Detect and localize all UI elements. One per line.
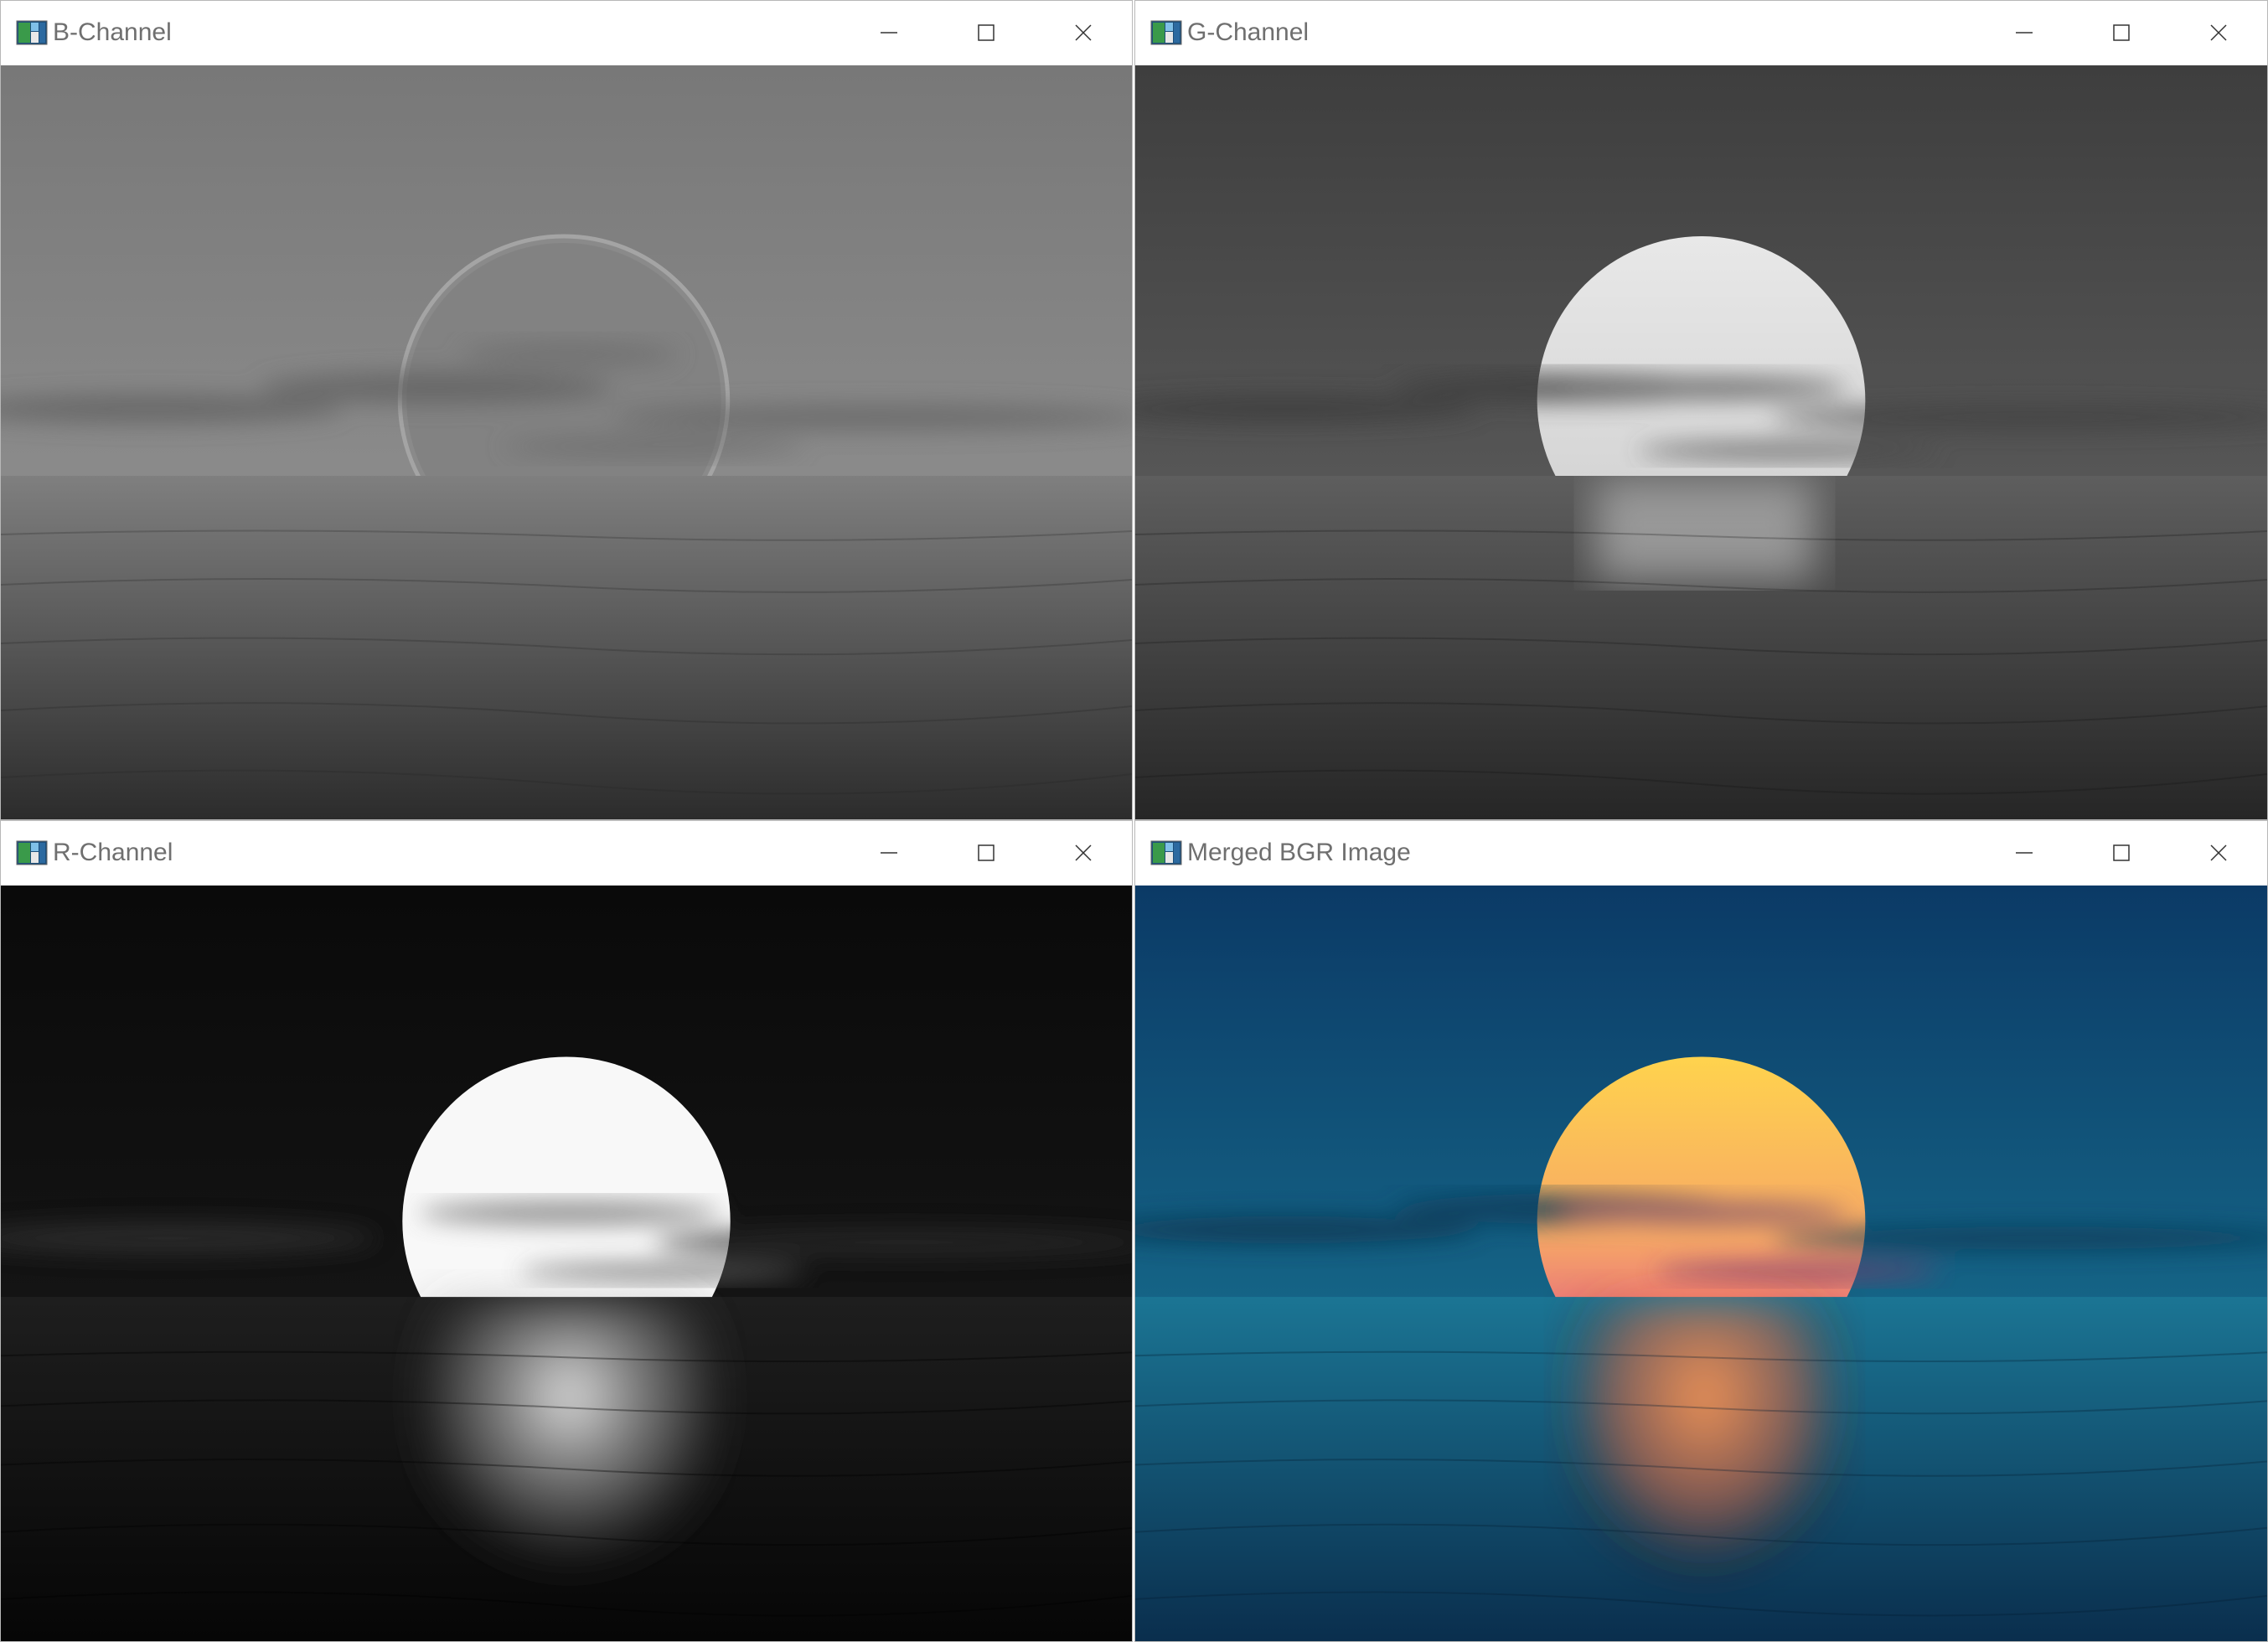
- maximize-button[interactable]: [938, 821, 1035, 885]
- maximize-button[interactable]: [2073, 821, 2170, 885]
- close-icon: [1075, 844, 1092, 861]
- minimize-icon: [2016, 852, 2033, 854]
- minimize-button[interactable]: [840, 821, 938, 885]
- window-title: R-Channel: [53, 839, 173, 866]
- window-b-channel[interactable]: B-Channel: [0, 0, 1133, 820]
- window-title: G-Channel: [1187, 18, 1310, 46]
- close-button[interactable]: [1035, 1, 1132, 65]
- image-canvas: [1, 886, 1132, 1641]
- window-title: Merged BGR Image: [1187, 839, 1411, 866]
- b-channel-image: [1, 65, 1132, 819]
- minimize-icon: [2016, 32, 2033, 34]
- maximize-button[interactable]: [938, 1, 1035, 65]
- close-icon: [1075, 24, 1092, 41]
- maximize-icon: [978, 844, 995, 861]
- app-image-icon: [16, 20, 48, 45]
- title-bar[interactable]: Merged BGR Image: [1135, 821, 2267, 885]
- app-image-icon: [16, 840, 48, 865]
- window-g-channel[interactable]: G-Channel: [1134, 0, 2268, 820]
- close-button[interactable]: [2170, 821, 2267, 885]
- maximize-icon: [2113, 24, 2130, 41]
- minimize-button[interactable]: [1976, 821, 2073, 885]
- minimize-icon: [881, 852, 897, 854]
- app-image-icon: [1150, 840, 1182, 865]
- close-icon: [2210, 844, 2227, 861]
- title-bar[interactable]: R-Channel: [1, 821, 1132, 885]
- window-title: B-Channel: [53, 18, 172, 46]
- image-canvas: [1135, 886, 2267, 1641]
- r-channel-image: [1, 886, 1132, 1641]
- window-r-channel[interactable]: R-Channel: [0, 820, 1133, 1642]
- maximize-button[interactable]: [2073, 1, 2170, 65]
- close-button[interactable]: [1035, 821, 1132, 885]
- minimize-button[interactable]: [840, 1, 938, 65]
- minimize-icon: [881, 32, 897, 34]
- close-icon: [2210, 24, 2227, 41]
- minimize-button[interactable]: [1976, 1, 2073, 65]
- image-canvas: [1135, 65, 2267, 819]
- app-image-icon: [1150, 20, 1182, 45]
- maximize-icon: [978, 24, 995, 41]
- maximize-icon: [2113, 844, 2130, 861]
- image-canvas: [1, 65, 1132, 819]
- merged-bgr-image: [1135, 886, 2267, 1641]
- close-button[interactable]: [2170, 1, 2267, 65]
- title-bar[interactable]: G-Channel: [1135, 1, 2267, 65]
- g-channel-image: [1135, 65, 2267, 819]
- window-merged-bgr[interactable]: Merged BGR Image: [1134, 820, 2268, 1642]
- title-bar[interactable]: B-Channel: [1, 1, 1132, 65]
